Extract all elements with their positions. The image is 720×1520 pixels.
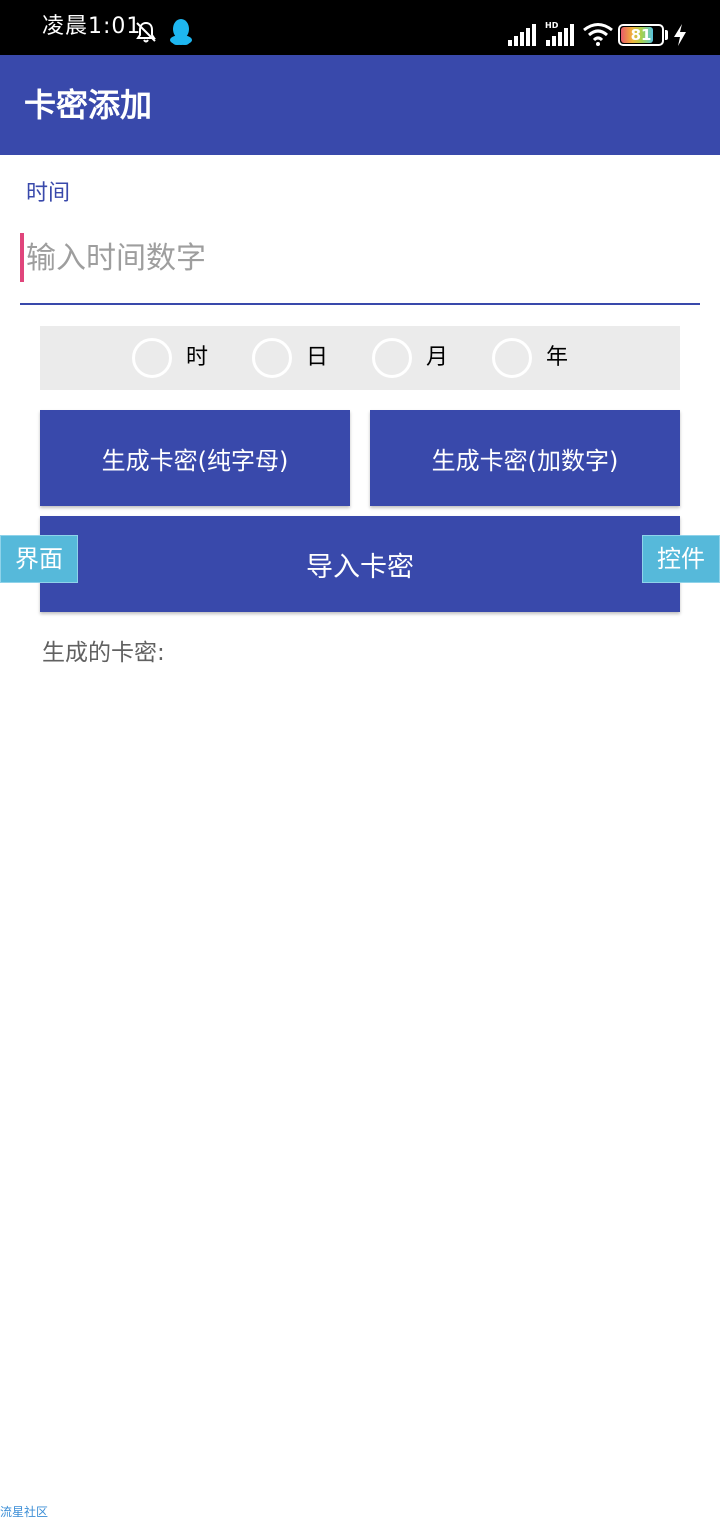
time-input[interactable] (26, 230, 686, 286)
signal-icon (508, 24, 536, 46)
generate-digits-button[interactable]: 生成卡密(加数字) (370, 410, 680, 506)
side-tab-controls[interactable]: 控件 (642, 535, 720, 583)
time-input-underline (20, 303, 700, 305)
radio-label: 时 (186, 345, 209, 370)
radio-option-day[interactable]: 日 (252, 338, 352, 378)
hd-signal-icon: HD (545, 21, 574, 46)
time-field-label: 时间 (26, 181, 71, 206)
status-bar: 凌晨1:01 HD 81 (0, 0, 720, 55)
app-screen: 凌晨1:01 HD 81 卡密添加 时间 输入时间数字 时 日 月 年 生成卡密… (0, 0, 720, 1520)
app-title: 卡密添加 (24, 86, 153, 124)
status-time: 凌晨1:01 (42, 14, 142, 39)
radio-option-month[interactable]: 月 (372, 338, 472, 378)
generate-letters-button[interactable]: 生成卡密(纯字母) (40, 410, 350, 506)
radio-option-hour[interactable]: 时 (132, 338, 232, 378)
radio-label: 年 (546, 345, 569, 370)
battery-icon: 81 (618, 24, 664, 46)
radio-option-year[interactable]: 年 (492, 338, 592, 378)
battery-cap (665, 30, 668, 40)
wifi-icon (583, 23, 613, 46)
bell-off-icon (136, 21, 156, 43)
svg-text:HD: HD (545, 21, 559, 30)
radio-circle (132, 338, 172, 378)
radio-circle (492, 338, 532, 378)
side-tab-interface[interactable]: 界面 (0, 535, 78, 583)
radio-label: 月 (426, 345, 449, 370)
radio-circle (252, 338, 292, 378)
qq-icon (170, 19, 192, 45)
import-button[interactable]: 导入卡密 (40, 516, 680, 612)
time-unit-radio-group: 时 日 月 年 (40, 326, 680, 390)
radio-circle (372, 338, 412, 378)
result-label: 生成的卡密: (42, 640, 165, 666)
app-bar: 卡密添加 (0, 55, 720, 155)
watermark: 流星社区 (0, 1505, 49, 1519)
radio-label: 日 (306, 345, 329, 370)
battery-level: 81 (630, 26, 652, 44)
charging-icon (674, 24, 686, 46)
text-cursor (20, 233, 24, 282)
